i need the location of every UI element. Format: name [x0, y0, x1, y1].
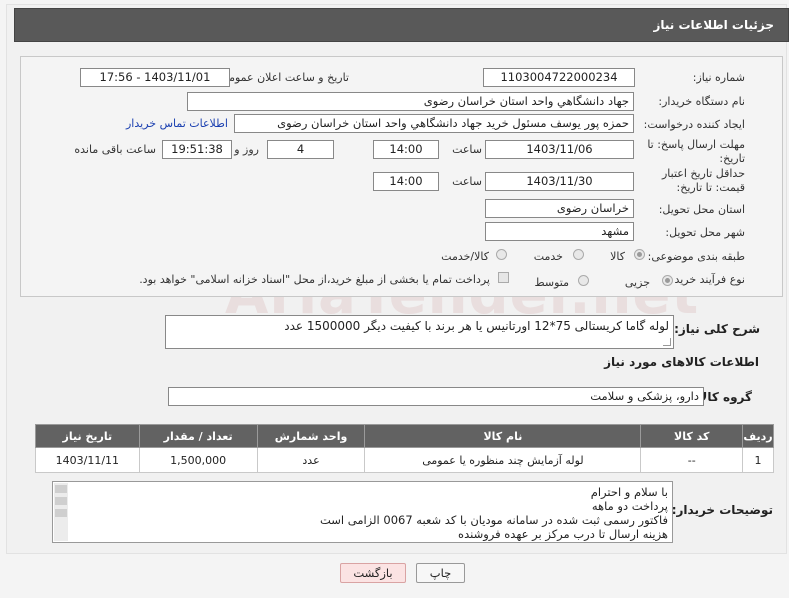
treasury-payment-note: پرداخت تمام یا بخشی از مبلغ خرید،از محل …	[139, 273, 490, 286]
table-row: 1 -- لوله آزمایش چند منظوره یا عمومی عدد…	[35, 447, 774, 473]
deadline-time-field: 14:00	[373, 140, 439, 159]
buyer-org-label: نام دستگاه خریدار:	[658, 95, 745, 108]
deadline-label: مهلت ارسال پاسخ: تا تاریخ:	[647, 138, 745, 165]
col-header-name: نام کالا	[364, 424, 642, 448]
price-validity-time-label: ساعت	[452, 175, 482, 188]
treasury-payment-checkbox[interactable]	[498, 272, 509, 283]
category-radio-goods-service[interactable]	[496, 249, 507, 260]
print-button[interactable]: چاپ	[416, 563, 465, 583]
description-label: شرح کلی نیاز:	[674, 322, 760, 336]
need-number-field: 1103004722000234	[483, 68, 635, 87]
cell-unit: عدد	[256, 447, 366, 473]
cell-code: --	[640, 447, 743, 473]
purchase-radio-minor[interactable]	[662, 275, 673, 286]
requester-label: ایجاد کننده درخواست:	[643, 118, 745, 131]
col-header-code: کد کالا	[640, 424, 743, 448]
cell-date: 1403/11/11	[35, 447, 140, 473]
delivery-city-label: شهر محل تحویل:	[665, 226, 745, 239]
announce-datetime-label: تاریخ و ساعت اعلان عمومی:	[216, 71, 349, 84]
goods-info-title: اطلاعات کالاهای مورد نیاز	[604, 355, 759, 369]
cell-name: لوله آزمایش چند منظوره یا عمومی	[364, 447, 642, 473]
category-option-goods-service: کالا/خدمت	[441, 250, 489, 263]
purchase-option-minor: جزیی	[624, 276, 650, 289]
remaining-time-field: 19:51:38	[162, 140, 232, 159]
category-option-goods: کالا	[610, 250, 625, 263]
notes-line-1: با سلام و احترام	[590, 485, 668, 499]
buyer-org-field: جهاد دانشگاهي واحد استان خراسان رضوی	[187, 92, 634, 111]
deadline-time-label: ساعت	[452, 143, 482, 156]
purchase-type-label: نوع فرآیند خرید :	[667, 273, 745, 286]
items-table-header: ردیف کد کالا نام کالا واحد شمارش تعداد /…	[35, 424, 774, 448]
price-validity-time-field: 14:00	[373, 172, 439, 191]
delivery-province-label: استان محل تحویل:	[658, 203, 745, 216]
col-header-date: تاریخ نیاز	[35, 424, 140, 448]
deadline-date-field: 1403/11/06	[485, 140, 634, 159]
buyer-notes-box[interactable]: با سلام و احترام پرداخت دو ماهه فاکتور ر…	[52, 481, 673, 543]
delivery-city-field: مشهد	[485, 222, 634, 241]
notes-line-2: پرداخت دو ماهه	[591, 499, 668, 513]
category-label: طبقه بندی موضوعی:	[647, 250, 745, 263]
notes-scrollbar[interactable]	[54, 483, 68, 541]
category-radio-service[interactable]	[573, 249, 584, 260]
category-option-service: خدمت	[533, 250, 563, 263]
col-header-row: ردیف	[742, 424, 774, 448]
items-table: ردیف کد کالا نام کالا واحد شمارش تعداد /…	[35, 424, 774, 473]
page-title: جزئیات اطلاعات نیاز	[653, 18, 774, 32]
price-validity-date-field: 1403/11/30	[485, 172, 634, 191]
notes-line-3: فاکتور رسمی ثبت شده در سامانه مودیان با …	[319, 513, 668, 527]
purchase-option-medium: متوسط	[534, 276, 569, 289]
cell-qty: 1,500,000	[138, 447, 258, 473]
remaining-time-label: ساعت باقی مانده	[74, 143, 156, 156]
page-header: جزئیات اطلاعات نیاز	[14, 8, 789, 42]
back-button[interactable]: بازگشت	[340, 563, 406, 583]
purchase-radio-medium[interactable]	[578, 275, 589, 286]
buyer-notes-label: توضیحات خریدار:	[671, 503, 773, 517]
description-field: لوله گاما کریستالی 75*12 اورتانیس یا هر …	[165, 315, 674, 349]
delivery-province-field: خراسان رضوی	[485, 199, 634, 218]
col-header-unit: واحد شمارش	[256, 424, 366, 448]
buyer-contact-link[interactable]: اطلاعات تماس خریدار	[126, 117, 228, 130]
category-radio-goods[interactable]	[634, 249, 645, 260]
cell-row: 1	[742, 447, 774, 473]
deadline-days-field: 4	[267, 140, 334, 159]
need-number-label: شماره نیاز:	[692, 71, 745, 84]
deadline-days-label: روز و	[234, 143, 259, 156]
announce-datetime-field: 1403/11/01 - 17:56	[80, 68, 230, 87]
requester-field: حمزه پور یوسف مسئول خرید جهاد دانشگاهي و…	[234, 114, 634, 133]
notes-line-4: هزینه ارسال تا درب مرکز بر عهده فروشنده	[458, 527, 668, 541]
col-header-qty: تعداد / مقدار	[138, 424, 258, 448]
price-validity-label: حداقل تاریخ اعتبار قیمت: تا تاریخ:	[661, 167, 745, 194]
goods-group-field: دارو، پزشکی و سلامت	[168, 387, 704, 406]
